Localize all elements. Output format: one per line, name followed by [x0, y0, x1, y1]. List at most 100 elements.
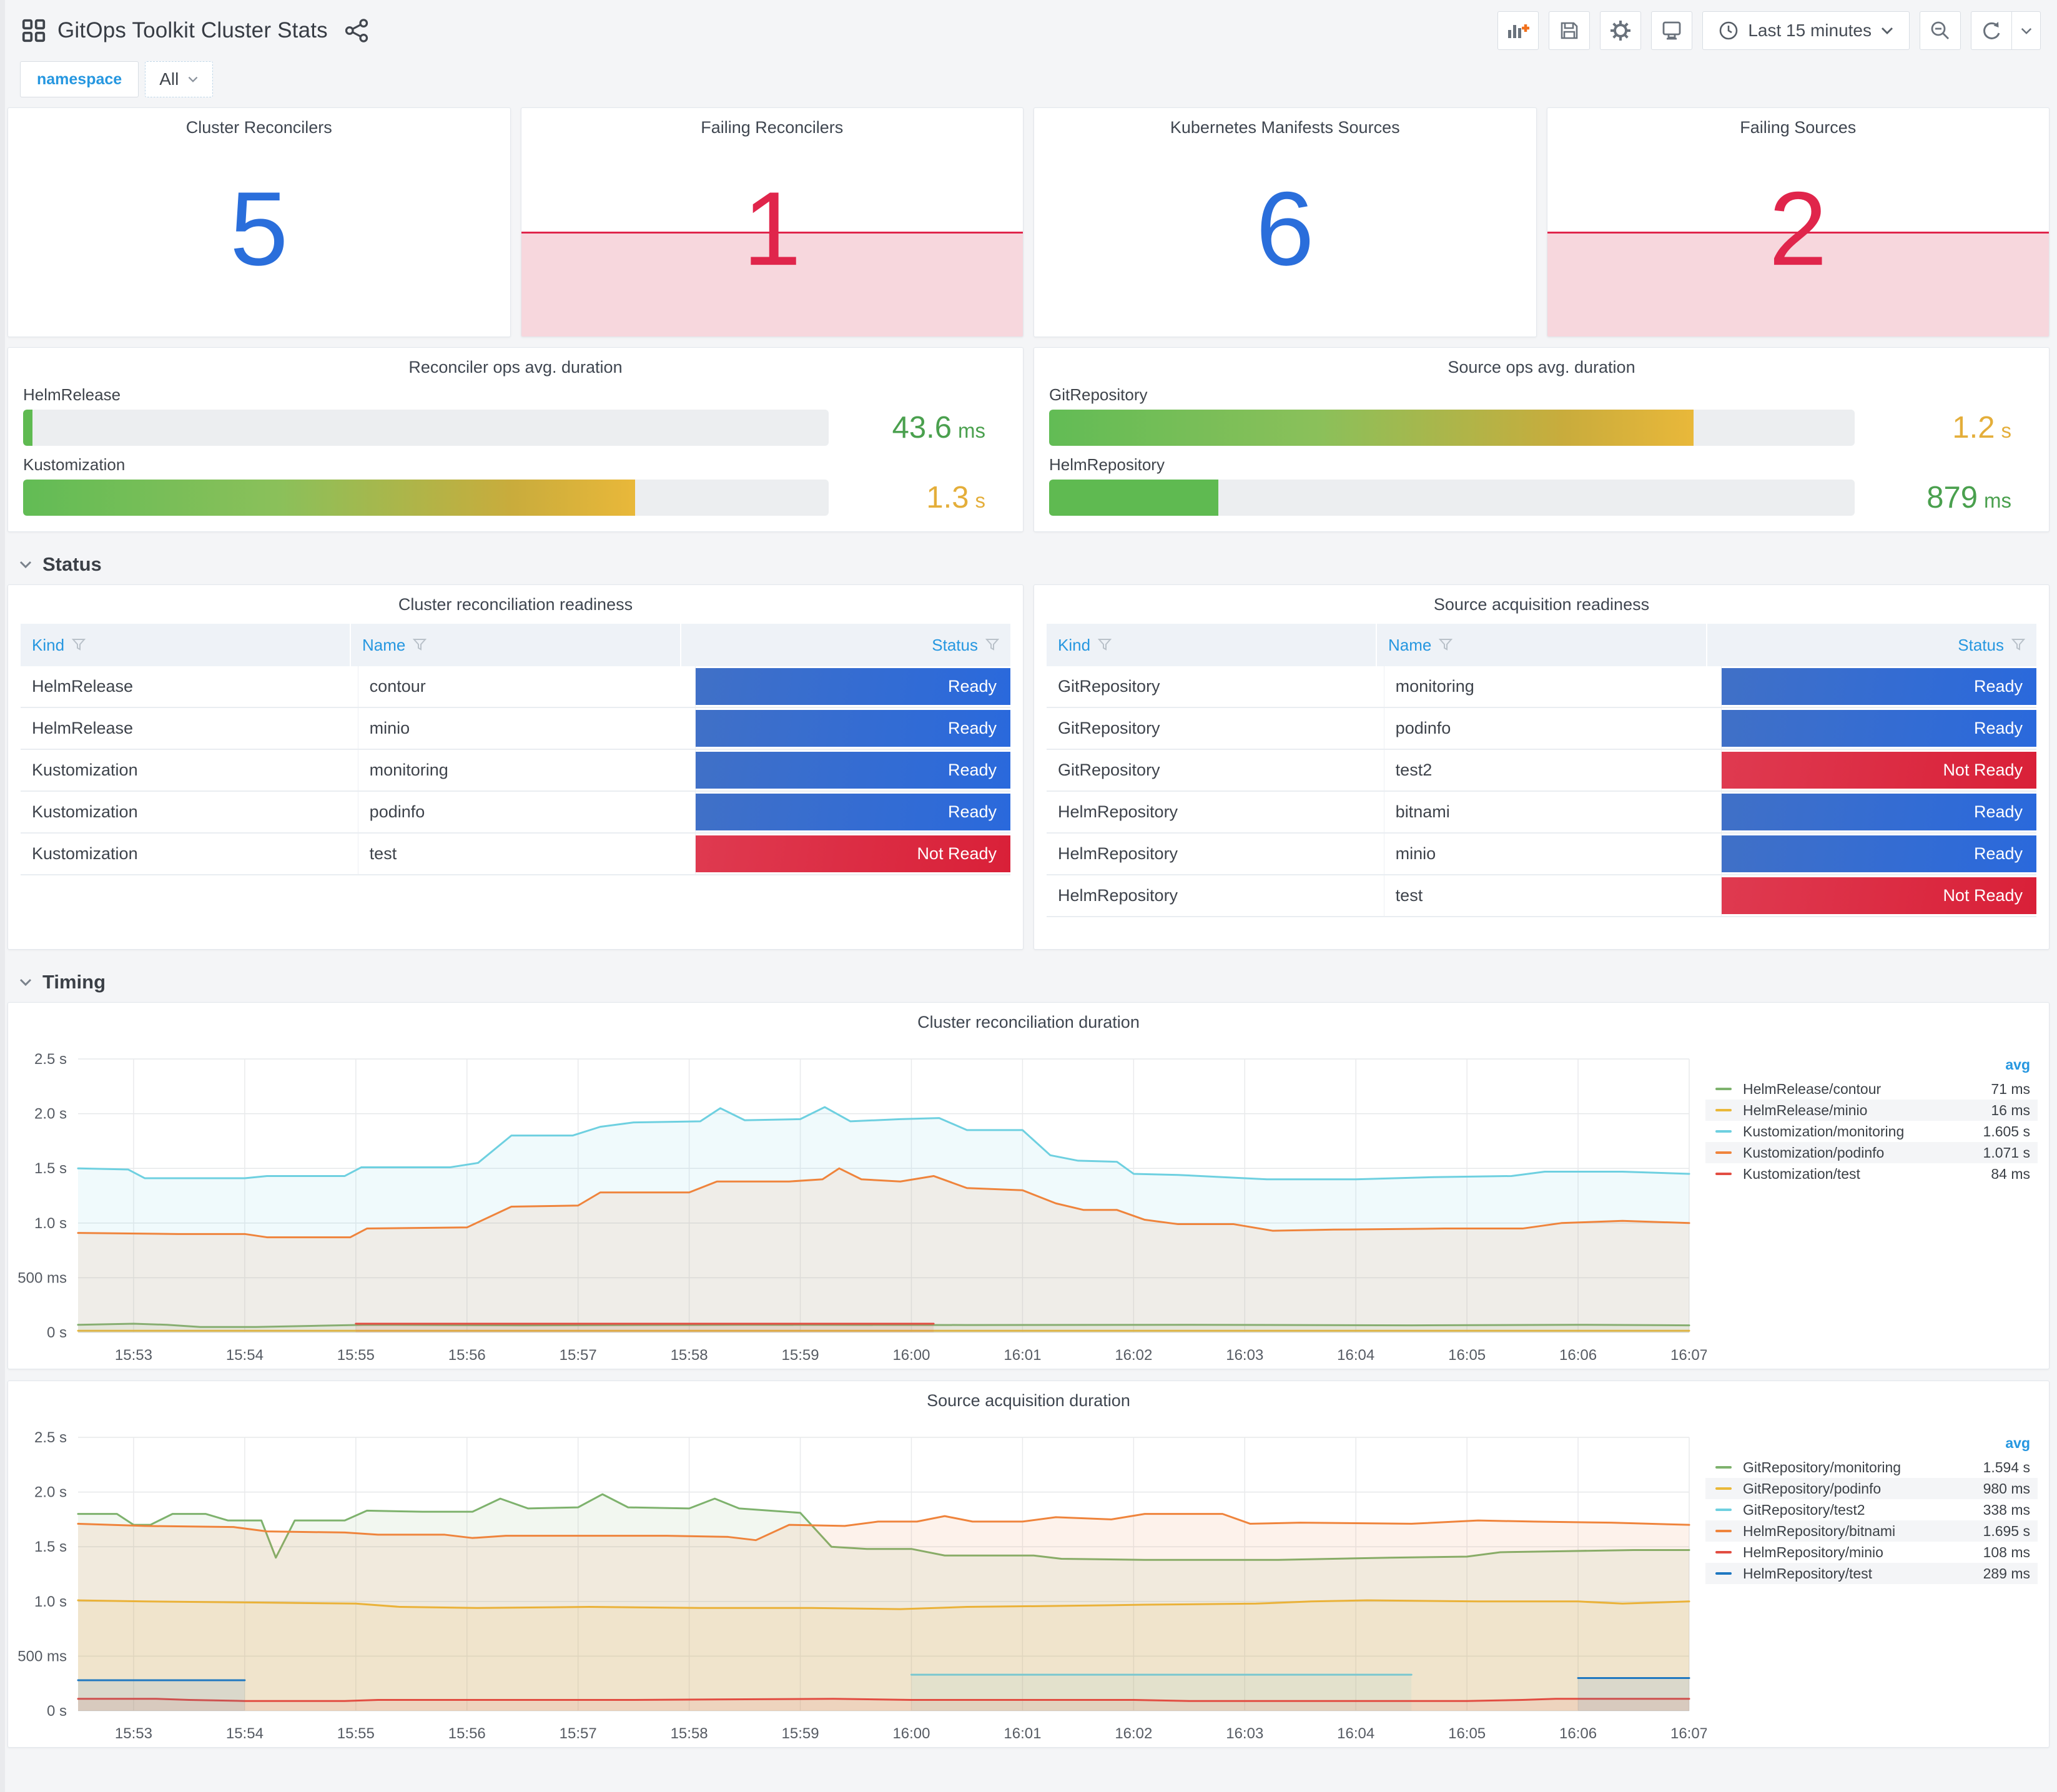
filter-icon[interactable] [1439, 638, 1453, 652]
save-dashboard-button[interactable] [1549, 11, 1591, 50]
svg-text:15:56: 15:56 [448, 1347, 486, 1364]
column-header-status[interactable]: Status [1706, 624, 2036, 666]
time-range-picker[interactable]: Last 15 minutes [1702, 11, 1910, 50]
panel-cluster-reconcilers[interactable]: Cluster Reconcilers 5 [7, 107, 511, 337]
legend-item[interactable]: HelmRepository/minio 108 ms [1705, 1542, 2038, 1563]
svg-text:0 s: 0 s [47, 1324, 67, 1341]
refresh-interval-dropdown[interactable] [2012, 11, 2041, 50]
svg-text:16:07: 16:07 [1670, 1347, 1707, 1364]
series-name: HelmRelease/contour [1743, 1080, 1882, 1097]
variable-namespace-select[interactable]: All [145, 61, 214, 97]
add-panel-button[interactable] [1497, 11, 1539, 50]
series-name: HelmRelease/minio [1743, 1101, 1868, 1118]
zoom-out-icon [1931, 21, 1949, 39]
panel-cluster-reconciliation-duration[interactable]: Cluster reconciliation duration 0 s 500 m… [7, 1002, 2050, 1369]
dashboard-settings-button[interactable] [1600, 11, 1642, 50]
series-avg-value: 71 ms [1991, 1080, 2030, 1097]
table-header-row: Kind Name Status [1047, 624, 2036, 666]
column-header-status[interactable]: Status [680, 624, 1010, 666]
gauge-row: GitRepository 1.2 s [1049, 385, 2033, 446]
panel-title: Cluster reconciliation readiness [398, 595, 633, 614]
filter-icon[interactable] [985, 638, 999, 652]
cell-status: Ready [1721, 708, 2037, 749]
panel-failing-sources[interactable]: Failing Sources 2 [1546, 107, 2050, 337]
gauge-number: 1.3 [926, 481, 969, 514]
panel-source-acquisition-readiness[interactable]: Source acquisition readiness Kind Name Sta… [1033, 584, 2050, 950]
panel-source-ops-duration[interactable]: Source ops avg. duration GitRepository 1… [1033, 347, 2050, 532]
stat-value: 6 [1256, 170, 1315, 288]
stats-row: Cluster Reconcilers 5 Failing Reconciler… [7, 107, 2050, 337]
zoom-out-button[interactable] [1920, 11, 1961, 50]
panel-kubernetes-manifests-sources[interactable]: Kubernetes Manifests Sources 6 [1033, 107, 1537, 337]
series-name: GitRepository/monitoring [1743, 1459, 1902, 1475]
panel-source-acquisition-duration[interactable]: Source acquisition duration 0 s 500 ms 1.0… [7, 1381, 2050, 1748]
legend-item[interactable]: GitRepository/test2 338 ms [1705, 1499, 2038, 1520]
series-name: GitRepository/test2 [1743, 1501, 1865, 1518]
column-header-kind[interactable]: Kind [1047, 624, 1376, 666]
table-row: HelmRelease minio Ready [21, 708, 1011, 750]
filter-icon[interactable] [2011, 638, 2025, 652]
filter-icon[interactable] [413, 638, 427, 652]
series-color-dash [1715, 1487, 1732, 1490]
monitor-icon [1662, 21, 1681, 40]
legend-avg-header[interactable]: avg [1705, 1435, 2038, 1457]
column-header-kind[interactable]: Kind [21, 624, 350, 666]
svg-text:1.0 s: 1.0 s [34, 1593, 67, 1610]
cycle-view-mode-button[interactable] [1651, 11, 1693, 50]
svg-text:16:04: 16:04 [1337, 1347, 1374, 1364]
legend-item[interactable]: Kustomization/monitoring 1.605 s [1705, 1121, 2038, 1142]
cell-name: test2 [1383, 750, 1722, 790]
legend-item[interactable]: Kustomization/test 84 ms [1705, 1163, 2038, 1184]
readiness-table: Kind Name Status GitRepository monitoring Rea… [1047, 624, 2037, 917]
stat-value: 1 [742, 170, 801, 288]
gauge-label: HelmRepository [1049, 455, 1165, 474]
svg-text:16:00: 16:00 [892, 1725, 930, 1742]
series-name: GitRepository/podinfo [1743, 1480, 1882, 1497]
cell-kind: Kustomization [32, 844, 138, 863]
panel-failing-reconcilers[interactable]: Failing Reconcilers 1 [520, 107, 1024, 337]
legend-item[interactable]: HelmRelease/contour 71 ms [1705, 1078, 2038, 1100]
legend-avg-header[interactable]: avg [1705, 1056, 2038, 1078]
series-color-dash [1715, 1509, 1732, 1511]
gauge-number: 1.2 [1952, 411, 1995, 445]
table-row: GitRepository test2 Not Ready [1047, 750, 2037, 792]
svg-text:1.5 s: 1.5 s [34, 1160, 67, 1177]
column-header-name[interactable]: Name [350, 624, 680, 666]
filter-icon[interactable] [1098, 638, 1112, 652]
table-row: GitRepository podinfo Ready [1047, 708, 2037, 750]
table-row: HelmRepository test Not Ready [1047, 875, 2037, 917]
cell-status: Ready [695, 708, 1011, 749]
cell-status: Ready [1721, 792, 2037, 832]
column-header-name[interactable]: Name [1376, 624, 1706, 666]
variables-row: namespace All [0, 57, 2057, 107]
gauge-track [1049, 410, 1855, 446]
refresh-button[interactable] [1971, 11, 2012, 50]
gauge-label: HelmRelease [23, 385, 121, 404]
share-icon[interactable] [344, 18, 369, 43]
series-color-dash [1715, 1109, 1732, 1111]
panel-cluster-reconciliation-readiness[interactable]: Cluster reconciliation readiness Kind Nam… [7, 584, 1024, 950]
legend-item[interactable]: HelmRepository/bitnami 1.695 s [1705, 1520, 2038, 1542]
stat-value: 5 [230, 170, 289, 288]
cell-name: test [357, 834, 696, 874]
section-timing[interactable]: Timing [7, 960, 2050, 1002]
panel-reconciler-ops-duration[interactable]: Reconciler ops avg. duration HelmRelease… [7, 347, 1024, 532]
legend-item[interactable]: GitRepository/podinfo 980 ms [1705, 1478, 2038, 1499]
svg-text:15:58: 15:58 [671, 1725, 708, 1742]
table-row: Kustomization test Not Ready [21, 834, 1011, 875]
gauge-label: GitRepository [1049, 385, 1148, 404]
cell-kind: HelmRelease [32, 719, 134, 737]
filter-icon[interactable] [72, 638, 86, 652]
legend-item[interactable]: GitRepository/monitoring 1.594 s [1705, 1457, 2038, 1478]
gauge-fill [23, 480, 636, 516]
legend-item[interactable]: HelmRelease/minio 16 ms [1705, 1100, 2038, 1121]
chart-legend: avg GitRepository/monitoring 1.594 s GitRep… [1705, 1435, 2038, 1584]
legend-item[interactable]: HelmRepository/test 289 ms [1705, 1563, 2038, 1584]
cell-status: Ready [1721, 666, 2037, 707]
time-series-plot[interactable]: 0 s 500 ms 1.0 s 1.5 s 2.0 s 2.5 s 15:53 15:54 1… [8, 1003, 1707, 1369]
time-series-plot[interactable]: 0 s 500 ms 1.0 s 1.5 s 2.0 s 2.5 s 15:53 15:54 1… [8, 1381, 1707, 1748]
cell-name: bitnami [1383, 792, 1722, 832]
section-status[interactable]: Status [7, 542, 2050, 584]
legend-item[interactable]: Kustomization/podinfo 1.071 s [1705, 1142, 2038, 1163]
variable-namespace-label: namespace [20, 61, 139, 97]
